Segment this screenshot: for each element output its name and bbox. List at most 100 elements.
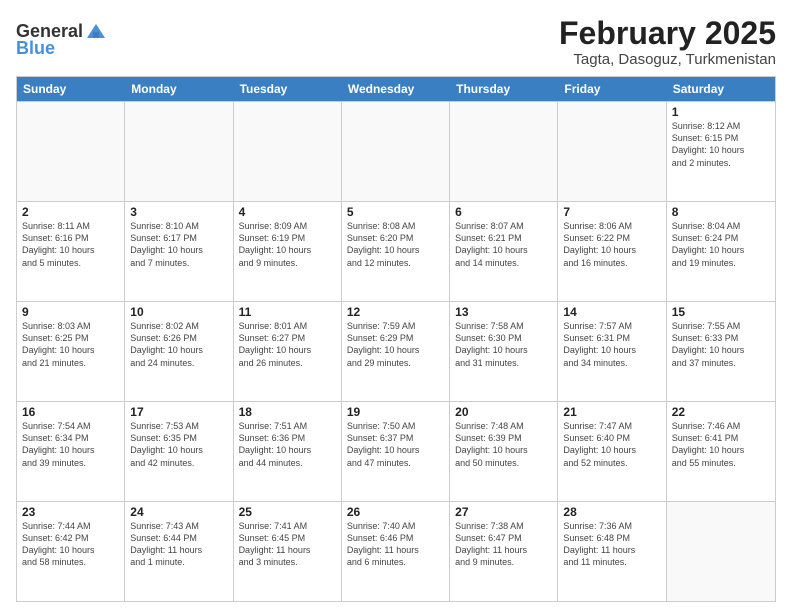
calendar-cell-r0c4: [450, 102, 558, 201]
calendar-cell-r0c6: 1Sunrise: 8:12 AM Sunset: 6:15 PM Daylig…: [667, 102, 775, 201]
calendar-cell-r0c2: [234, 102, 342, 201]
calendar-cell-r1c2: 4Sunrise: 8:09 AM Sunset: 6:19 PM Daylig…: [234, 202, 342, 301]
calendar-cell-r3c3: 19Sunrise: 7:50 AM Sunset: 6:37 PM Dayli…: [342, 402, 450, 501]
day-number: 11: [239, 305, 336, 319]
calendar-cell-r2c5: 14Sunrise: 7:57 AM Sunset: 6:31 PM Dayli…: [558, 302, 666, 401]
calendar-cell-r2c4: 13Sunrise: 7:58 AM Sunset: 6:30 PM Dayli…: [450, 302, 558, 401]
day-number: 10: [130, 305, 227, 319]
calendar-cell-r0c1: [125, 102, 233, 201]
day-number: 19: [347, 405, 444, 419]
day-number: 20: [455, 405, 552, 419]
day-info: Sunrise: 8:12 AM Sunset: 6:15 PM Dayligh…: [672, 120, 770, 169]
calendar-cell-r3c4: 20Sunrise: 7:48 AM Sunset: 6:39 PM Dayli…: [450, 402, 558, 501]
day-number: 25: [239, 505, 336, 519]
day-info: Sunrise: 8:09 AM Sunset: 6:19 PM Dayligh…: [239, 220, 336, 269]
calendar-cell-r0c0: [17, 102, 125, 201]
day-info: Sunrise: 7:59 AM Sunset: 6:29 PM Dayligh…: [347, 320, 444, 369]
day-info: Sunrise: 7:40 AM Sunset: 6:46 PM Dayligh…: [347, 520, 444, 569]
day-number: 21: [563, 405, 660, 419]
calendar-cell-r4c4: 27Sunrise: 7:38 AM Sunset: 6:47 PM Dayli…: [450, 502, 558, 601]
day-info: Sunrise: 8:07 AM Sunset: 6:21 PM Dayligh…: [455, 220, 552, 269]
calendar-cell-r3c0: 16Sunrise: 7:54 AM Sunset: 6:34 PM Dayli…: [17, 402, 125, 501]
weekday-sunday: Sunday: [17, 77, 125, 101]
day-number: 8: [672, 205, 770, 219]
calendar-row-0: 1Sunrise: 8:12 AM Sunset: 6:15 PM Daylig…: [17, 101, 775, 201]
day-number: 17: [130, 405, 227, 419]
calendar-cell-r2c6: 15Sunrise: 7:55 AM Sunset: 6:33 PM Dayli…: [667, 302, 775, 401]
calendar-row-1: 2Sunrise: 8:11 AM Sunset: 6:16 PM Daylig…: [17, 201, 775, 301]
day-number: 27: [455, 505, 552, 519]
day-info: Sunrise: 7:57 AM Sunset: 6:31 PM Dayligh…: [563, 320, 660, 369]
calendar-cell-r4c0: 23Sunrise: 7:44 AM Sunset: 6:42 PM Dayli…: [17, 502, 125, 601]
calendar-cell-r4c3: 26Sunrise: 7:40 AM Sunset: 6:46 PM Dayli…: [342, 502, 450, 601]
day-number: 7: [563, 205, 660, 219]
calendar-body: 1Sunrise: 8:12 AM Sunset: 6:15 PM Daylig…: [17, 101, 775, 601]
day-info: Sunrise: 7:47 AM Sunset: 6:40 PM Dayligh…: [563, 420, 660, 469]
day-info: Sunrise: 7:46 AM Sunset: 6:41 PM Dayligh…: [672, 420, 770, 469]
calendar-cell-r1c3: 5Sunrise: 8:08 AM Sunset: 6:20 PM Daylig…: [342, 202, 450, 301]
calendar-cell-r4c6: [667, 502, 775, 601]
day-info: Sunrise: 7:50 AM Sunset: 6:37 PM Dayligh…: [347, 420, 444, 469]
day-number: 16: [22, 405, 119, 419]
day-info: Sunrise: 7:36 AM Sunset: 6:48 PM Dayligh…: [563, 520, 660, 569]
day-number: 18: [239, 405, 336, 419]
calendar-cell-r1c4: 6Sunrise: 8:07 AM Sunset: 6:21 PM Daylig…: [450, 202, 558, 301]
day-number: 3: [130, 205, 227, 219]
day-info: Sunrise: 7:43 AM Sunset: 6:44 PM Dayligh…: [130, 520, 227, 569]
calendar-cell-r3c5: 21Sunrise: 7:47 AM Sunset: 6:40 PM Dayli…: [558, 402, 666, 501]
day-info: Sunrise: 8:06 AM Sunset: 6:22 PM Dayligh…: [563, 220, 660, 269]
calendar-cell-r3c2: 18Sunrise: 7:51 AM Sunset: 6:36 PM Dayli…: [234, 402, 342, 501]
calendar-cell-r0c5: [558, 102, 666, 201]
day-info: Sunrise: 7:51 AM Sunset: 6:36 PM Dayligh…: [239, 420, 336, 469]
logo-icon: [85, 20, 107, 42]
day-number: 5: [347, 205, 444, 219]
calendar-cell-r1c5: 7Sunrise: 8:06 AM Sunset: 6:22 PM Daylig…: [558, 202, 666, 301]
day-number: 6: [455, 205, 552, 219]
day-info: Sunrise: 8:04 AM Sunset: 6:24 PM Dayligh…: [672, 220, 770, 269]
day-number: 2: [22, 205, 119, 219]
day-info: Sunrise: 7:38 AM Sunset: 6:47 PM Dayligh…: [455, 520, 552, 569]
calendar-cell-r4c5: 28Sunrise: 7:36 AM Sunset: 6:48 PM Dayli…: [558, 502, 666, 601]
day-number: 14: [563, 305, 660, 319]
calendar-cell-r3c1: 17Sunrise: 7:53 AM Sunset: 6:35 PM Dayli…: [125, 402, 233, 501]
calendar-cell-r3c6: 22Sunrise: 7:46 AM Sunset: 6:41 PM Dayli…: [667, 402, 775, 501]
day-info: Sunrise: 8:01 AM Sunset: 6:27 PM Dayligh…: [239, 320, 336, 369]
location-subtitle: Tagta, Dasoguz, Turkmenistan: [559, 51, 776, 68]
day-number: 9: [22, 305, 119, 319]
header: General Blue February 2025 Tagta, Dasogu…: [16, 16, 776, 68]
day-number: 15: [672, 305, 770, 319]
day-info: Sunrise: 8:03 AM Sunset: 6:25 PM Dayligh…: [22, 320, 119, 369]
day-number: 12: [347, 305, 444, 319]
day-info: Sunrise: 7:54 AM Sunset: 6:34 PM Dayligh…: [22, 420, 119, 469]
calendar-cell-r2c2: 11Sunrise: 8:01 AM Sunset: 6:27 PM Dayli…: [234, 302, 342, 401]
logo: General Blue: [16, 20, 107, 59]
weekday-saturday: Saturday: [667, 77, 775, 101]
calendar-cell-r1c0: 2Sunrise: 8:11 AM Sunset: 6:16 PM Daylig…: [17, 202, 125, 301]
day-number: 4: [239, 205, 336, 219]
logo-blue: Blue: [16, 38, 55, 59]
day-info: Sunrise: 7:55 AM Sunset: 6:33 PM Dayligh…: [672, 320, 770, 369]
weekday-friday: Friday: [558, 77, 666, 101]
day-number: 24: [130, 505, 227, 519]
calendar: Sunday Monday Tuesday Wednesday Thursday…: [16, 76, 776, 602]
day-info: Sunrise: 7:53 AM Sunset: 6:35 PM Dayligh…: [130, 420, 227, 469]
calendar-cell-r4c2: 25Sunrise: 7:41 AM Sunset: 6:45 PM Dayli…: [234, 502, 342, 601]
day-info: Sunrise: 7:58 AM Sunset: 6:30 PM Dayligh…: [455, 320, 552, 369]
calendar-cell-r4c1: 24Sunrise: 7:43 AM Sunset: 6:44 PM Dayli…: [125, 502, 233, 601]
day-info: Sunrise: 8:02 AM Sunset: 6:26 PM Dayligh…: [130, 320, 227, 369]
calendar-row-3: 16Sunrise: 7:54 AM Sunset: 6:34 PM Dayli…: [17, 401, 775, 501]
weekday-thursday: Thursday: [450, 77, 558, 101]
day-info: Sunrise: 7:41 AM Sunset: 6:45 PM Dayligh…: [239, 520, 336, 569]
calendar-cell-r1c1: 3Sunrise: 8:10 AM Sunset: 6:17 PM Daylig…: [125, 202, 233, 301]
day-info: Sunrise: 8:11 AM Sunset: 6:16 PM Dayligh…: [22, 220, 119, 269]
day-number: 22: [672, 405, 770, 419]
title-block: February 2025 Tagta, Dasoguz, Turkmenist…: [559, 16, 776, 68]
calendar-cell-r1c6: 8Sunrise: 8:04 AM Sunset: 6:24 PM Daylig…: [667, 202, 775, 301]
calendar-row-2: 9Sunrise: 8:03 AM Sunset: 6:25 PM Daylig…: [17, 301, 775, 401]
weekday-monday: Monday: [125, 77, 233, 101]
day-info: Sunrise: 8:10 AM Sunset: 6:17 PM Dayligh…: [130, 220, 227, 269]
day-number: 28: [563, 505, 660, 519]
calendar-row-4: 23Sunrise: 7:44 AM Sunset: 6:42 PM Dayli…: [17, 501, 775, 601]
page: General Blue February 2025 Tagta, Dasogu…: [0, 0, 792, 612]
calendar-cell-r2c3: 12Sunrise: 7:59 AM Sunset: 6:29 PM Dayli…: [342, 302, 450, 401]
